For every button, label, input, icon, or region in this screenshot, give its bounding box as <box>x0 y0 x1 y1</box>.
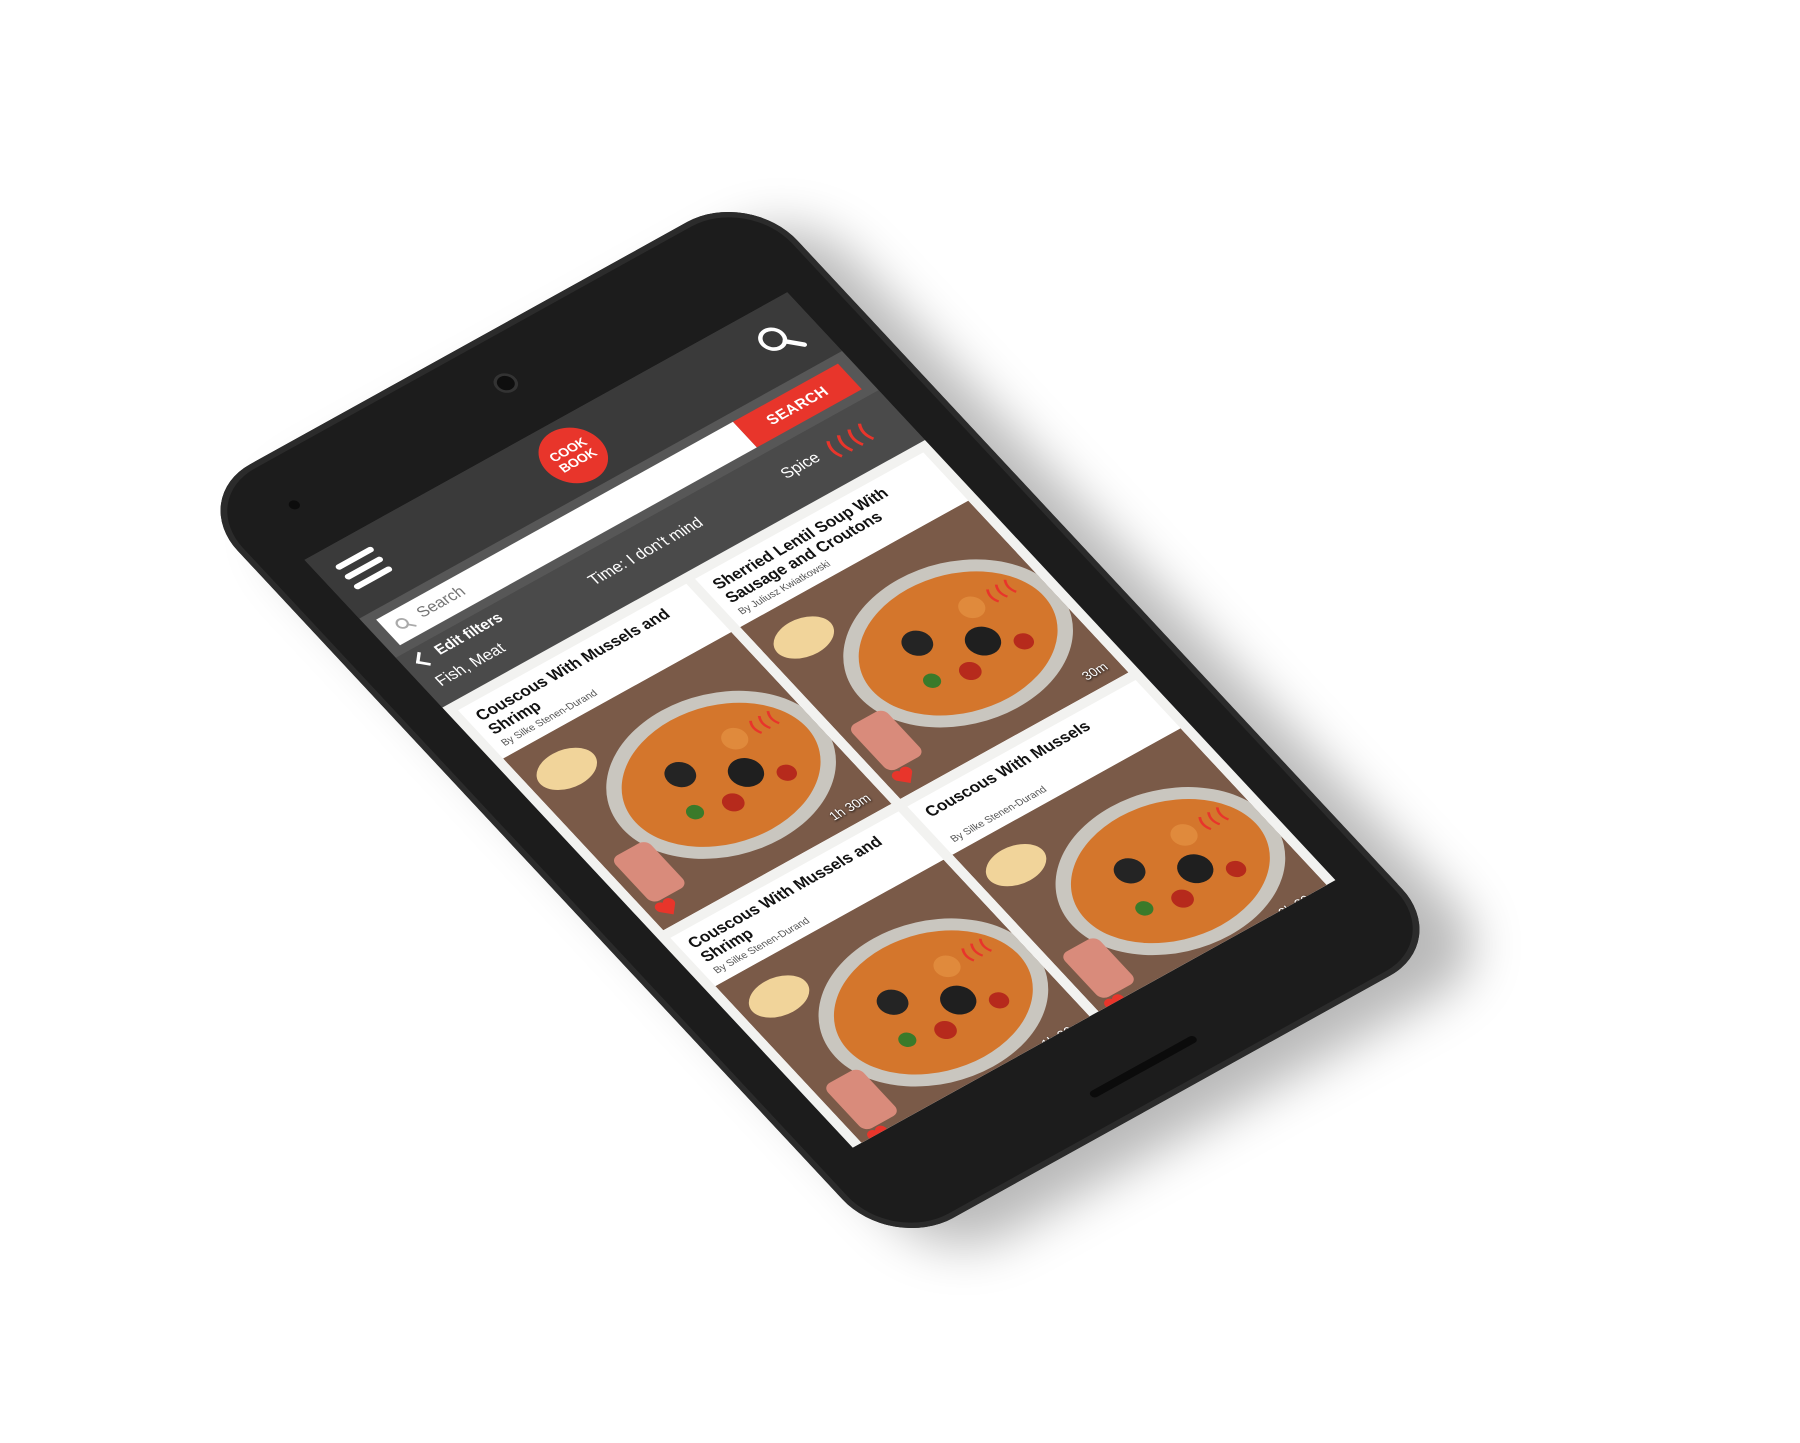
filter-spice[interactable]: Spice <box>777 450 825 483</box>
sensor <box>286 498 303 512</box>
speaker-grill <box>1088 1034 1199 1099</box>
screen: COOK BOOK SEARCH <box>304 292 1336 1148</box>
search-icon[interactable] <box>747 315 810 365</box>
hamburger-icon[interactable] <box>334 545 396 593</box>
front-camera <box>488 369 524 397</box>
spice-level-icon <box>826 423 875 458</box>
stage: COOK BOOK SEARCH <box>0 0 1800 1443</box>
phone-body: COOK BOOK SEARCH <box>188 187 1452 1253</box>
chevron-left-icon <box>415 651 433 666</box>
